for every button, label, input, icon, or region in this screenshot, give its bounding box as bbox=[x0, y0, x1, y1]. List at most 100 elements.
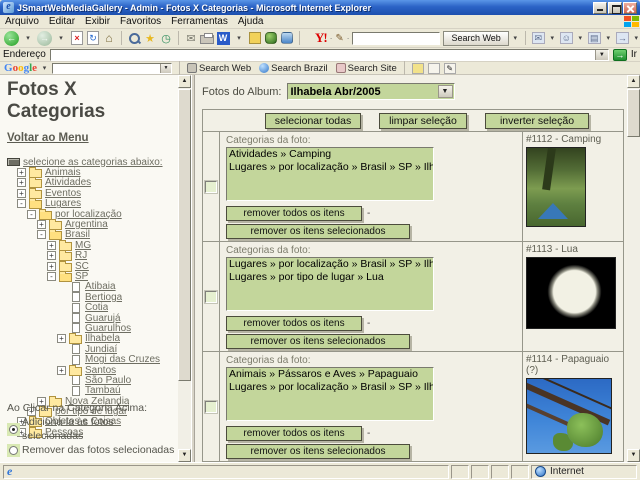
category-link-atividades[interactable]: Atividades bbox=[45, 177, 91, 188]
close-button[interactable] bbox=[623, 1, 637, 14]
history-icon[interactable]: ◷ bbox=[159, 30, 173, 46]
photo-select-checkbox[interactable] bbox=[204, 179, 218, 194]
album-select[interactable]: Ilhabela Abr/2005 ▼ bbox=[286, 83, 455, 100]
address-input[interactable]: ▼ bbox=[49, 48, 609, 61]
back-icon[interactable]: ← bbox=[4, 30, 19, 46]
category-option[interactable]: Lugares » por localização » Brasil » SP … bbox=[227, 161, 433, 174]
expand-plus-icon[interactable]: + bbox=[37, 220, 46, 230]
category-link-sao-paulo[interactable]: São Paulo bbox=[85, 375, 131, 386]
yahoo-search-input[interactable] bbox=[352, 31, 441, 45]
expand-plus-icon[interactable]: + bbox=[57, 334, 66, 344]
category-link-eventos[interactable]: Eventos bbox=[45, 188, 81, 199]
photo-select-checkbox[interactable] bbox=[204, 289, 218, 304]
menu-item-favoritos[interactable]: Favoritos bbox=[120, 16, 161, 27]
stop-icon[interactable]: × bbox=[70, 30, 84, 46]
collapse-minus-icon[interactable]: - bbox=[47, 271, 56, 281]
yahoo-signout-icon[interactable]: → bbox=[615, 32, 629, 44]
remove-all-items-button[interactable]: remover todos os itens bbox=[226, 426, 362, 441]
collapse-minus-icon[interactable]: - bbox=[27, 209, 36, 219]
category-option[interactable]: Atividades » Camping bbox=[227, 148, 433, 161]
category-option[interactable]: Lugares » por localização » Brasil » SP … bbox=[227, 258, 433, 271]
radio-button-remove[interactable] bbox=[7, 443, 20, 457]
category-link-selecione-as-categorias-abaixo[interactable]: selecione as categorias abaixo: bbox=[23, 157, 163, 168]
yahoo-mail-icon[interactable]: ✉ bbox=[531, 32, 545, 44]
category-link-argentina[interactable]: Argentina bbox=[65, 219, 108, 230]
menu-item-exibir[interactable]: Exibir bbox=[85, 16, 110, 27]
remove-all-items-button[interactable]: remover todos os itens bbox=[226, 206, 362, 221]
category-link-animais[interactable]: Animais bbox=[45, 167, 81, 178]
forward-icon[interactable]: → bbox=[37, 30, 52, 46]
google-input-dropdown[interactable]: ▼ bbox=[160, 63, 172, 73]
msn-messenger-icon[interactable] bbox=[280, 30, 294, 46]
messenger-yellow-icon[interactable] bbox=[248, 30, 262, 46]
category-link-cotia[interactable]: Cotia bbox=[85, 302, 108, 313]
photo-categories-listbox[interactable]: Atividades » Camping Lugares » por locali… bbox=[226, 147, 434, 201]
category-option[interactable]: Lugares » por localização » Brasil » SP … bbox=[227, 381, 433, 394]
menu-item-ferramentas[interactable]: Ferramentas bbox=[171, 16, 228, 27]
scroll-down-arrow[interactable]: ▼ bbox=[178, 449, 191, 462]
google-search-input[interactable]: ▼ bbox=[52, 62, 173, 74]
expand-plus-icon[interactable]: + bbox=[17, 178, 26, 188]
main-scrollbar[interactable]: ▲ ▼ bbox=[627, 75, 640, 462]
scrollbar-thumb[interactable] bbox=[178, 89, 191, 381]
category-link-guarulhos[interactable]: Guarulhos bbox=[85, 323, 131, 334]
pencil-icon[interactable]: ✎ bbox=[335, 33, 343, 44]
edit-with-word-icon[interactable]: W bbox=[216, 30, 230, 46]
forward-dropdown-icon[interactable]: ▾ bbox=[54, 30, 68, 46]
expand-plus-icon[interactable]: + bbox=[47, 251, 56, 261]
expand-plus-icon[interactable]: + bbox=[17, 188, 26, 198]
category-link-mogi-das-cruzes[interactable]: Mogi das Cruzes bbox=[85, 354, 160, 365]
edit-dropdown-icon[interactable]: ▾ bbox=[232, 30, 246, 46]
google-search-brazil-button[interactable]: Search Brazil bbox=[259, 63, 328, 74]
category-link-rj[interactable]: RJ bbox=[75, 250, 87, 261]
highlighter-icon[interactable] bbox=[411, 62, 424, 74]
category-link-tambau[interactable]: Tambaú bbox=[85, 385, 121, 396]
category-link-brasil[interactable]: Brasil bbox=[65, 229, 90, 240]
expand-plus-icon[interactable]: + bbox=[47, 261, 56, 271]
remove-all-items-button[interactable]: remover todos os itens bbox=[226, 316, 362, 331]
inverter-selecao-button[interactable]: inverter seleção bbox=[485, 112, 589, 129]
radio-option-remove[interactable]: Remover das fotos selecionadas bbox=[7, 443, 176, 457]
expand-plus-icon[interactable]: + bbox=[57, 365, 66, 375]
yahoo-dropdown-icon[interactable]: ▾ bbox=[577, 34, 584, 42]
expand-plus-icon[interactable]: + bbox=[17, 168, 26, 178]
page-options-icon[interactable] bbox=[427, 62, 440, 74]
yahoo-dropdown-icon[interactable]: ▾ bbox=[549, 34, 556, 42]
category-option[interactable]: Animais » Pássaros e Aves » Papaguaio bbox=[227, 368, 433, 381]
menu-item-ajuda[interactable]: Ajuda bbox=[238, 16, 264, 27]
yahoo-messenger-icon[interactable]: ☺ bbox=[559, 32, 573, 44]
remove-selected-items-button[interactable]: remover os itens selecionados bbox=[226, 334, 410, 349]
google-search-site-button[interactable]: Search Site bbox=[335, 63, 397, 74]
photo-categories-listbox[interactable]: Lugares » por localização » Brasil » SP … bbox=[226, 257, 434, 311]
print-icon[interactable] bbox=[200, 30, 214, 46]
radio-option-add[interactable]: Adicioná-la às fotos selecionadas bbox=[7, 415, 176, 443]
menu-item-editar[interactable]: Editar bbox=[49, 16, 75, 27]
google-search-web-button[interactable]: Search Web bbox=[187, 63, 251, 74]
yahoo-bookmark-icon[interactable]: ▤ bbox=[587, 32, 601, 44]
remove-selected-items-button[interactable]: remover os itens selecionados bbox=[226, 224, 410, 239]
yahoo-dropdown-icon[interactable]: ▾ bbox=[633, 34, 640, 42]
mail-icon[interactable]: ✉ bbox=[184, 30, 198, 46]
photo-categories-listbox[interactable]: Animais » Pássaros e Aves » Papaguaio Lug… bbox=[226, 367, 434, 421]
category-link-por-localizacao[interactable]: por localização bbox=[55, 209, 122, 220]
category-option[interactable]: Lugares » por tipo de lugar » Lua bbox=[227, 271, 433, 284]
category-link-bertioga[interactable]: Bertioga bbox=[85, 292, 122, 303]
remove-selected-items-button[interactable]: remover os itens selecionados bbox=[226, 444, 410, 459]
limpar-selecao-button[interactable]: limpar seleção bbox=[379, 112, 467, 129]
go-button[interactable]: → bbox=[612, 48, 627, 61]
sidebar-scrollbar[interactable]: ▲ ▼ bbox=[178, 75, 191, 462]
search-icon[interactable] bbox=[127, 30, 141, 46]
collapse-minus-icon[interactable]: - bbox=[37, 230, 46, 240]
scroll-up-arrow[interactable]: ▲ bbox=[627, 75, 640, 88]
google-logo-dropdown[interactable]: ▾ bbox=[41, 64, 48, 72]
radio-button-add[interactable] bbox=[7, 422, 20, 436]
photo-thumbnail[interactable] bbox=[526, 257, 616, 329]
yahoo-dropdown-icon[interactable]: ▾ bbox=[605, 34, 612, 42]
back-dropdown-icon[interactable]: ▾ bbox=[21, 30, 35, 46]
expand-plus-icon[interactable]: + bbox=[47, 240, 56, 250]
restore-button[interactable] bbox=[608, 1, 622, 14]
scrollbar-thumb[interactable] bbox=[627, 89, 640, 137]
yahoo-search-dropdown[interactable]: ▾ bbox=[512, 34, 519, 42]
address-dropdown-arrow[interactable]: ▼ bbox=[594, 49, 608, 60]
icq-icon[interactable] bbox=[264, 30, 278, 46]
